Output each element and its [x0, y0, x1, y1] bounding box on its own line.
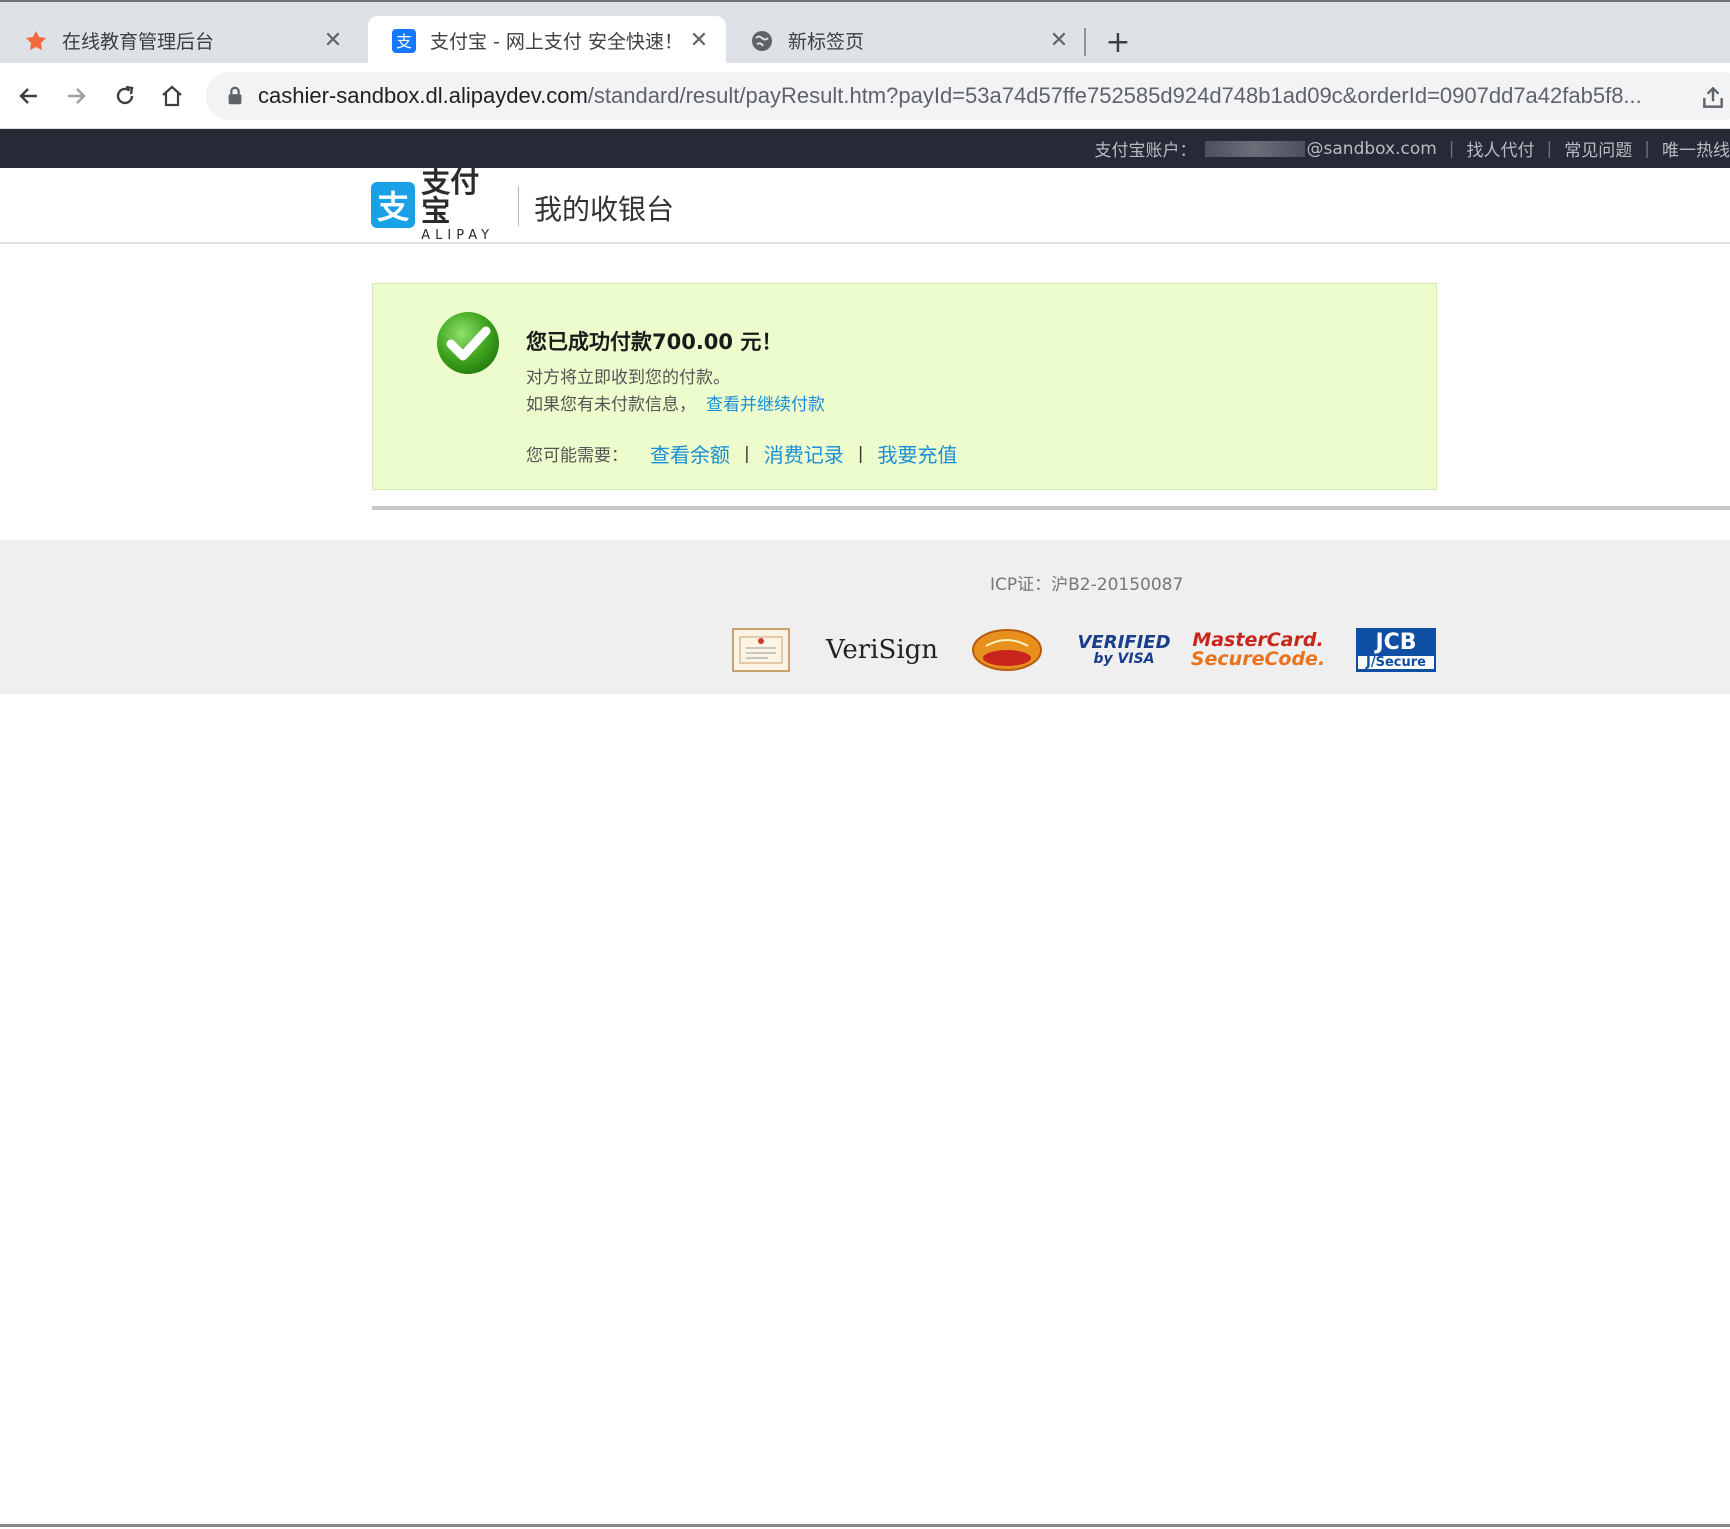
- unpaid-info: 如果您有未付款信息， 查看并继续付款: [526, 390, 825, 415]
- address-bar[interactable]: cashier-sandbox.dl.alipaydev.com/standar…: [206, 72, 1730, 120]
- spending-records-link[interactable]: 消费记录: [764, 439, 844, 468]
- account-bar: 支付宝账户： @sandbox.com | 找人代付 | 常见问题 | 唯一热线: [0, 129, 1730, 168]
- divider: |: [1546, 138, 1553, 159]
- alipay-logo-mark: 支: [371, 182, 416, 228]
- suggested-actions: 您可能需要： 查看余额 | 消费记录 | 我要充值: [526, 439, 957, 468]
- url-host: cashier-sandbox.dl.alipaydev.com: [258, 83, 588, 108]
- tab-new-tab[interactable]: 新标签页 ✕: [726, 16, 1086, 65]
- close-icon[interactable]: ✕: [686, 28, 712, 54]
- page-title: 我的收银台: [534, 193, 675, 226]
- cashier-header: 支 支付宝 ALIPAY 我的收银台: [0, 168, 1730, 244]
- trust-seal-icon[interactable]: [972, 628, 1042, 672]
- url-text: cashier-sandbox.dl.alipaydev.com/standar…: [258, 83, 1642, 109]
- visa-top: VERIFIED: [1077, 632, 1171, 653]
- success-check-icon: [437, 312, 499, 374]
- recharge-link[interactable]: 我要充值: [877, 439, 957, 468]
- window-bottom-border: [0, 1524, 1730, 1527]
- tab-online-education[interactable]: 在线教育管理后台 ✕: [0, 16, 360, 65]
- certificate-icon: [739, 636, 783, 664]
- link-hotline[interactable]: 唯一热线: [1662, 136, 1730, 161]
- reload-icon: [116, 85, 134, 105]
- jcb-jsecure-badge[interactable]: JCB J/Secure: [1356, 628, 1436, 672]
- suggested-label: 您可能需要：: [526, 446, 628, 466]
- link-pay-for-me[interactable]: 找人代付: [1467, 136, 1535, 161]
- success-subtitle: 对方将立即收到您的付款。: [526, 368, 730, 388]
- arrow-left-icon: [19, 88, 37, 104]
- verified-by-visa-badge[interactable]: VERIFIED by VISA: [1078, 628, 1171, 672]
- alipay-icon: 支: [392, 28, 416, 53]
- divider: |: [744, 443, 750, 464]
- tab-alipay[interactable]: 支 支付宝 - 网上支付 安全快速！ ✕: [368, 16, 726, 65]
- account-email-suffix: @sandbox.com: [1306, 138, 1437, 159]
- arrow-right-icon: [68, 88, 86, 104]
- check-balance-link[interactable]: 查看余额: [650, 439, 730, 468]
- svg-text:支: 支: [396, 32, 412, 51]
- divider: |: [1448, 138, 1455, 159]
- tab-title: 新标签页: [788, 31, 865, 53]
- footer: ICP证：沪B2-20150087 VeriSign VERIFIED by V…: [0, 540, 1730, 694]
- tab-title: 支付宝 - 网上支付 安全快速！: [430, 31, 683, 53]
- alipay-logo-text: 支付宝 ALIPAY: [421, 165, 505, 243]
- home-button[interactable]: [153, 77, 191, 115]
- visa-bottom: by VISA: [1093, 651, 1155, 667]
- reload-button[interactable]: [106, 77, 144, 115]
- close-icon[interactable]: ✕: [1046, 28, 1072, 54]
- lock-icon: [228, 86, 242, 105]
- divider: |: [1644, 138, 1650, 159]
- unpaid-text: 如果您有未付款信息，: [526, 395, 696, 415]
- header-divider: [518, 186, 519, 226]
- back-button[interactable]: [10, 77, 48, 115]
- logo-en: ALIPAY: [421, 228, 495, 243]
- link-faq[interactable]: 常见问题: [1564, 136, 1632, 161]
- jcb-top: JCB: [1375, 629, 1417, 655]
- forward-button[interactable]: [57, 77, 95, 115]
- logo-cn: 支付宝: [421, 165, 480, 228]
- home-icon: [162, 85, 182, 107]
- share-icon[interactable]: [1700, 85, 1726, 111]
- close-icon[interactable]: ✕: [320, 28, 346, 54]
- icp-license: ICP证：沪B2-20150087: [990, 575, 1184, 595]
- continue-payment-link[interactable]: 查看并继续付款: [706, 395, 825, 415]
- tab-separator: [1084, 28, 1086, 56]
- success-title: 您已成功付款700.00 元！: [526, 330, 783, 354]
- payment-success-panel: 您已成功付款700.00 元！ 对方将立即收到您的付款。 如果您有未付款信息， 查…: [372, 283, 1437, 490]
- alipay-logo[interactable]: 支 支付宝 ALIPAY: [371, 168, 505, 242]
- mc-bottom: SecureCode.: [1190, 648, 1326, 670]
- browser-toolbar: cashier-sandbox.dl.alipaydev.com/standar…: [0, 63, 1730, 129]
- mastercard-securecode-badge[interactable]: MasterCard. SecureCode.: [1191, 628, 1325, 672]
- divider: |: [857, 443, 864, 464]
- account-label: 支付宝账户：: [1094, 141, 1197, 161]
- globe-icon: [752, 30, 772, 51]
- url-path: /standard/result/payResult.htm?payId=53a…: [587, 83, 1642, 108]
- masked-account: [1204, 140, 1305, 157]
- verisign-badge[interactable]: VeriSign: [826, 628, 938, 672]
- jcb-bottom: J/Secure: [1358, 655, 1434, 669]
- certificate-badge[interactable]: [732, 628, 790, 672]
- browser-tab-strip: 在线教育管理后台 ✕ 支 支付宝 - 网上支付 安全快速！ ✕ 新标签页 ✕ +: [0, 0, 1730, 65]
- new-tab-button[interactable]: +: [1100, 24, 1136, 60]
- flower-icon: [26, 30, 46, 50]
- content-divider: [372, 506, 1730, 510]
- tab-title: 在线教育管理后台: [62, 31, 215, 53]
